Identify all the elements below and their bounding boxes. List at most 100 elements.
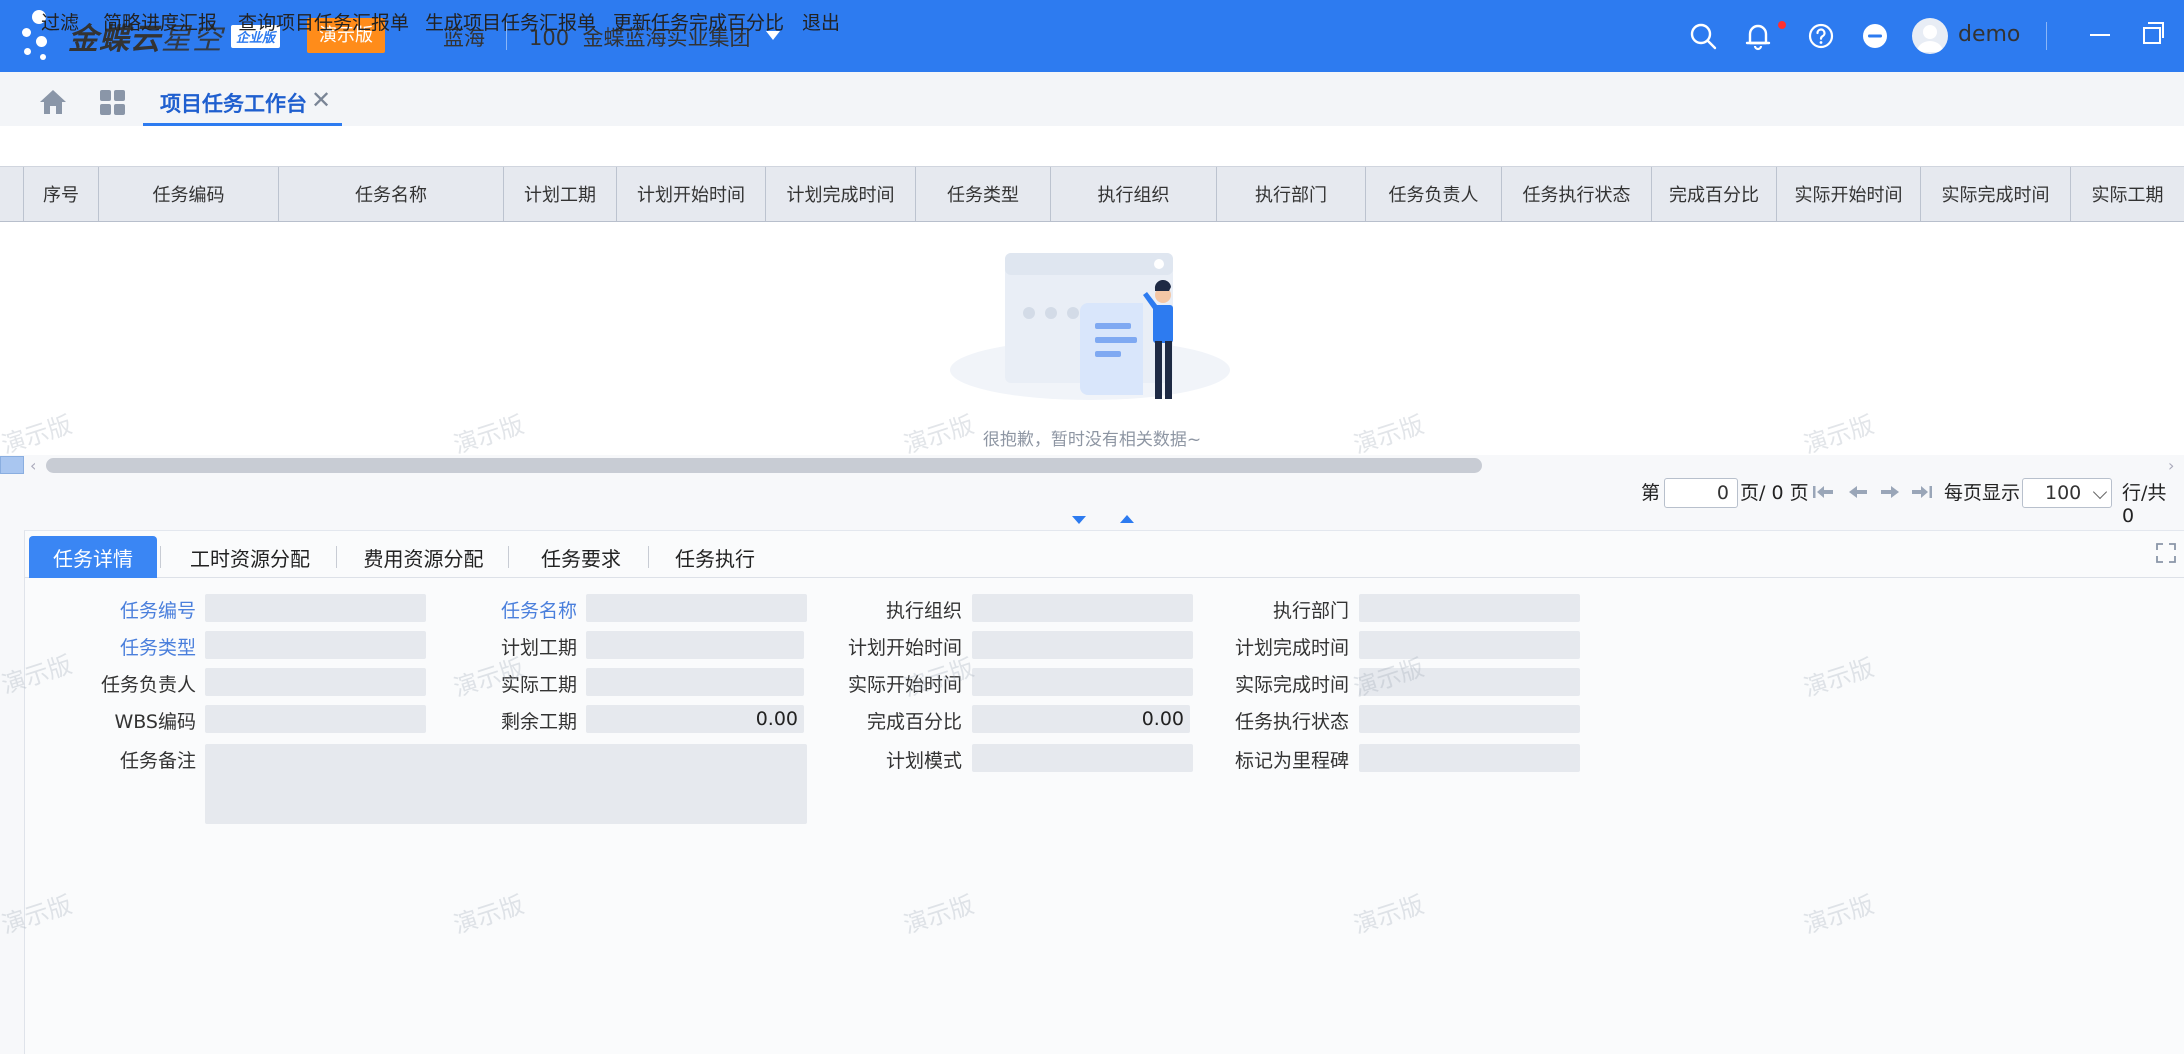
grid-header: 序号 任务编码 任务名称 计划工期 计划开始时间 计划完成时间 任务类型 执行组…: [0, 166, 2184, 222]
wbs-code-field[interactable]: [205, 705, 426, 733]
query-task-report-button[interactable]: 查询项目任务汇报单: [238, 8, 409, 35]
actual-finish-field[interactable]: [1359, 668, 1580, 696]
percent-complete-label: 完成百分比: [866, 711, 962, 733]
column-header[interactable]: 计划工期: [504, 167, 617, 221]
notification-dot: [1778, 21, 1786, 29]
column-header[interactable]: 序号: [24, 167, 99, 221]
column-header[interactable]: 计划开始时间: [617, 167, 766, 221]
column-header[interactable]: 实际工期: [2071, 167, 2184, 221]
plan-start-label: 计划开始时间: [847, 637, 962, 659]
remaining-duration-field[interactable]: 0.00: [586, 705, 804, 733]
tab-cost-resources[interactable]: 费用资源分配: [346, 536, 501, 578]
actual-finish-label: 实际完成时间: [1234, 674, 1349, 696]
page-number-input[interactable]: 0: [1664, 478, 1738, 508]
column-header[interactable]: 任务负责人: [1366, 167, 1502, 221]
tab-task-requirements[interactable]: 任务要求: [518, 536, 644, 578]
task-name-field[interactable]: [586, 594, 807, 622]
column-header[interactable]: 任务编码: [99, 167, 279, 221]
milestone-field[interactable]: [1359, 744, 1580, 772]
divider: [336, 546, 337, 568]
actual-start-label: 实际开始时间: [847, 674, 962, 696]
divider: [2046, 22, 2047, 50]
task-name-label: 任务名称: [500, 600, 577, 622]
restore-window-icon[interactable]: [2143, 22, 2164, 44]
tab-project-task-workbench[interactable]: 项目任务工作台 ✕: [143, 78, 342, 126]
tab-labor-resources[interactable]: 工时资源分配: [170, 536, 330, 578]
exit-button[interactable]: 退出: [802, 8, 840, 35]
per-page-label: 每页显示: [1944, 482, 2021, 504]
task-type-label: 任务类型: [119, 637, 196, 659]
more-icon[interactable]: [1859, 20, 1891, 52]
plan-duration-label: 计划工期: [500, 637, 577, 659]
update-percent-button[interactable]: 更新任务完成百分比: [613, 8, 784, 35]
remark-textarea[interactable]: [205, 744, 807, 824]
exec-org-label: 执行组织: [885, 600, 962, 622]
filter-button[interactable]: 过滤: [41, 8, 79, 35]
column-header[interactable]: 任务类型: [916, 167, 1051, 221]
owner-label: 任务负责人: [100, 674, 196, 696]
milestone-label: 标记为里程碑: [1234, 750, 1349, 772]
tab-task-execution[interactable]: 任务执行: [656, 536, 774, 578]
remaining-duration-label: 剩余工期: [500, 711, 577, 733]
scroll-corner[interactable]: [0, 456, 24, 474]
task-type-field[interactable]: [205, 631, 426, 659]
app-grid-icon[interactable]: [100, 90, 126, 116]
fullscreen-icon[interactable]: [2156, 543, 2176, 563]
divider: [160, 546, 161, 568]
exec-dept-label: 执行部门: [1272, 600, 1349, 622]
plan-finish-field[interactable]: [1359, 631, 1580, 659]
expand-up-icon[interactable]: [1120, 515, 1134, 523]
column-header[interactable]: 执行组织: [1051, 167, 1217, 221]
column-header[interactable]: 计划完成时间: [766, 167, 916, 221]
first-page-icon[interactable]: [1812, 484, 1834, 500]
chevron-down-icon: [2092, 484, 2108, 500]
last-page-icon[interactable]: [1911, 484, 1933, 500]
grid-select-column[interactable]: [0, 167, 24, 221]
column-header[interactable]: 任务执行状态: [1502, 167, 1652, 221]
plan-mode-field[interactable]: [972, 744, 1193, 772]
column-header[interactable]: 实际完成时间: [1921, 167, 2071, 221]
pager-total-pages: 页/ 0 页: [1740, 482, 1809, 504]
prev-page-icon[interactable]: [1847, 484, 1869, 500]
close-icon[interactable]: ✕: [311, 86, 331, 114]
owner-field[interactable]: [205, 668, 426, 696]
help-icon[interactable]: [1805, 20, 1837, 52]
user-avatar[interactable]: [1912, 18, 1948, 54]
plan-mode-label: 计划模式: [885, 750, 962, 772]
percent-complete-field[interactable]: 0.00: [972, 705, 1190, 733]
plan-finish-label: 计划完成时间: [1234, 637, 1349, 659]
avatar-person-icon: [1917, 25, 1943, 52]
plan-start-field[interactable]: [972, 631, 1193, 659]
column-header[interactable]: 完成百分比: [1652, 167, 1777, 221]
scroll-left-icon[interactable]: ‹: [30, 456, 36, 475]
exec-org-field[interactable]: [972, 594, 1193, 622]
column-header[interactable]: 执行部门: [1217, 167, 1366, 221]
task-code-field[interactable]: [205, 594, 426, 622]
page-size-select[interactable]: 100: [2022, 478, 2112, 508]
user-name[interactable]: demo: [1958, 22, 2020, 47]
actual-start-field[interactable]: [972, 668, 1193, 696]
exec-status-field[interactable]: [1359, 705, 1580, 733]
brief-progress-report-button[interactable]: 简略进度汇报: [103, 8, 217, 35]
exec-status-label: 任务执行状态: [1234, 711, 1349, 733]
generate-task-report-button[interactable]: 生成项目任务汇报单: [425, 8, 596, 35]
minimize-icon[interactable]: [2090, 34, 2110, 36]
exec-dept-field[interactable]: [1359, 594, 1580, 622]
search-icon[interactable]: [1687, 20, 1719, 52]
plan-duration-field[interactable]: [586, 631, 804, 659]
page-size-value: 100: [2045, 482, 2082, 504]
tab-task-details[interactable]: 任务详情: [29, 536, 157, 578]
column-header[interactable]: 任务名称: [279, 167, 504, 221]
empty-state-text: 很抱歉，暂时没有相关数据~: [982, 430, 1202, 450]
bell-icon[interactable]: [1742, 20, 1774, 52]
home-icon[interactable]: [38, 88, 68, 116]
scroll-right-icon[interactable]: ›: [2168, 456, 2174, 475]
actual-duration-label: 实际工期: [500, 674, 577, 696]
pager-label: 第: [1641, 482, 1661, 504]
actual-duration-field[interactable]: [586, 668, 804, 696]
column-header[interactable]: 实际开始时间: [1777, 167, 1921, 221]
next-page-icon[interactable]: [1879, 484, 1901, 500]
tab-label: 项目任务工作台: [160, 92, 307, 116]
collapse-down-icon[interactable]: [1072, 516, 1086, 524]
horizontal-scrollbar[interactable]: [46, 458, 1482, 473]
